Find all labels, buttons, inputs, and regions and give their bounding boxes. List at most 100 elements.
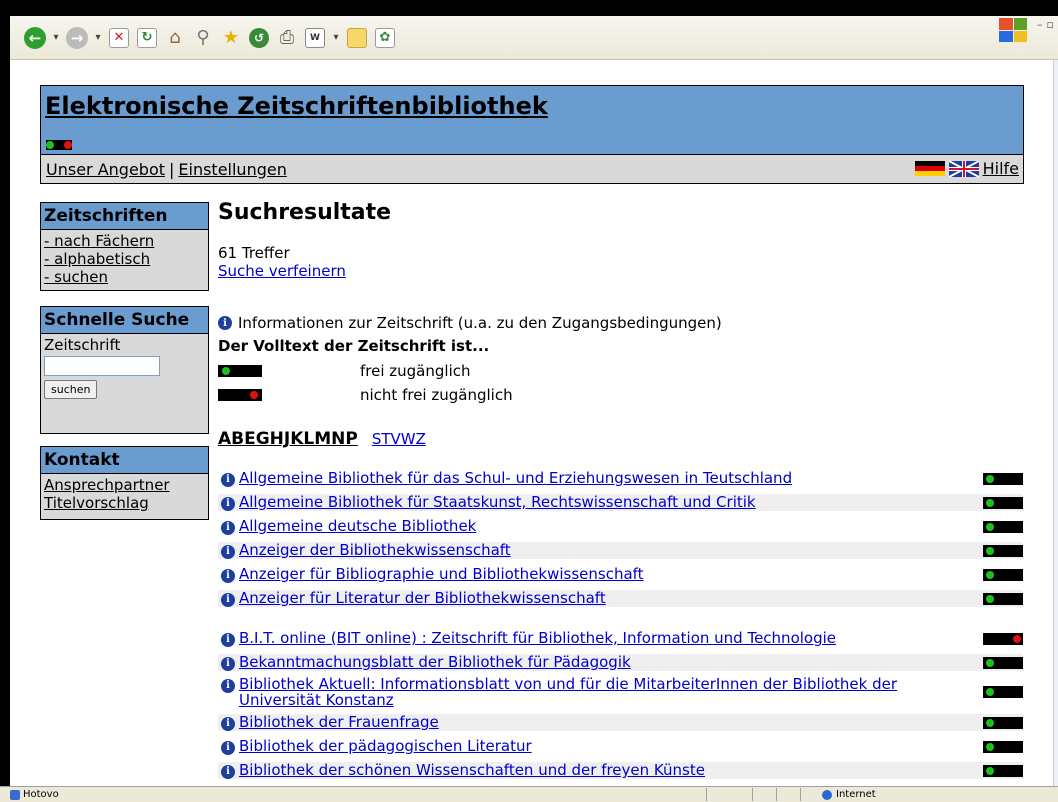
search-button[interactable]: ⚲ [190,25,216,51]
journals-box: Zeitschriften - nach Fächern - alphabeti… [40,202,209,291]
stop-icon: ✕ [109,27,129,48]
back-dropdown-icon[interactable]: ▾ [50,25,62,51]
home-button[interactable]: ⌂ [162,25,188,51]
legend-free: frei zugänglich [218,362,471,380]
free-access-light-icon[interactable] [983,473,1023,485]
windows-logo-icon [999,18,1028,42]
result-title-link[interactable]: Bibliothek Aktuell: Informationsblatt vo… [239,676,975,708]
favorites-button[interactable]: ★ [218,25,244,51]
quick-search-input[interactable] [44,356,160,376]
refresh-button[interactable]: ↻ [134,25,160,51]
stop-button[interactable]: ✕ [106,25,132,51]
traffic-light-logo-icon [46,140,72,150]
nav-separator: | [169,159,175,179]
result-title-link[interactable]: Bibliothek der Frauenfrage [239,714,975,730]
browser-toolbar: ← ▾ → ▾ ✕ ↻ ⌂ ⚲ ★ ↺ ⎙ W ▾ ✿ [10,16,1058,60]
journals-by-subject-link[interactable]: - nach Fächern [44,232,205,250]
result-title-link[interactable]: Bekanntmachungsblatt der Bibliothek für … [239,654,975,670]
result-row: i Allgemeine Bibliothek für das Schul- u… [218,470,1023,487]
result-title-link[interactable]: Allgemeine deutsche Bibliothek [239,518,975,534]
refine-search-link[interactable]: Suche verfeinern [218,262,346,280]
letter-navigation: ABEGHJKLMNP STVWZ [218,429,426,449]
contact-person-link[interactable]: Ansprechpartner [44,476,205,494]
print-button[interactable]: ⎙ [274,25,300,51]
info-icon[interactable]: i [221,717,235,731]
restricted-access-light-icon [218,389,262,401]
edit-dropdown-icon[interactable]: ▾ [330,25,342,51]
forward-button[interactable]: → [64,25,90,51]
result-title-link[interactable]: Bibliothek der pädagogischen Literatur [239,738,975,754]
uk-flag-icon[interactable] [948,160,979,177]
letters-current: ABEGHJKLMNP [218,429,358,449]
result-title-link[interactable]: B.I.T. online (BIT online) : Zeitschrift… [239,630,975,646]
restricted-access-light-icon[interactable] [983,633,1023,645]
window-controls: – ▫ [974,18,1058,58]
quick-search-label: Zeitschrift [44,336,121,354]
nav-unser-angebot[interactable]: Unser Angebot [46,160,165,179]
info-icon[interactable]: i [221,569,235,583]
result-title-link[interactable]: Anzeiger für Literatur der Bibliothekwis… [239,590,975,606]
result-row: i Allgemeine Bibliothek für Staatskunst,… [218,494,1023,511]
info-icon[interactable]: i [221,497,235,511]
info-icon[interactable]: i [221,473,235,487]
info-icon[interactable]: i [221,593,235,607]
info-icon[interactable]: i [221,679,235,693]
free-access-light-icon[interactable] [983,545,1023,557]
refresh-icon: ↻ [137,27,157,48]
free-access-light-icon[interactable] [983,497,1023,509]
help-link[interactable]: Hilfe [983,159,1019,178]
info-icon[interactable]: i [221,657,235,671]
journals-search-link[interactable]: - suchen [44,268,205,286]
info-icon[interactable]: i [221,741,235,755]
result-title-link[interactable]: Allgemeine Bibliothek für Staatskunst, R… [239,494,975,510]
nav-einstellungen[interactable]: Einstellungen [178,160,286,179]
result-title-link[interactable]: Allgemeine Bibliothek für das Schul- und… [239,470,975,486]
result-title-link[interactable]: Bibliothek der schönen Wissenschaften un… [239,762,975,778]
status-divider [776,788,777,801]
edit-button[interactable]: W [302,25,328,51]
status-text: Hotovo [23,789,59,800]
free-access-light-icon[interactable] [983,657,1023,669]
folder-icon [347,27,367,48]
free-access-light-icon[interactable] [983,765,1023,777]
page-viewport: Elektronische Zeitschriftenbibliothek Un… [10,60,1053,786]
site-title[interactable]: Elektronische Zeitschriftenbibliothek [45,92,548,120]
info-icon[interactable]: i [221,765,235,779]
info-icon[interactable]: i [221,521,235,535]
restore-icon[interactable]: ▫ [1047,18,1054,31]
info-icon: i [218,316,232,330]
status-divider [800,788,801,801]
printer-icon: ⎙ [279,27,295,48]
folder-button[interactable] [344,25,370,51]
forward-dropdown-icon[interactable]: ▾ [92,25,104,51]
quick-search-button[interactable]: suchen [44,380,98,399]
free-access-light-icon[interactable] [983,593,1023,605]
word-icon: W [305,27,325,48]
free-access-light-icon[interactable] [983,686,1023,698]
security-zone: Internet [822,789,876,800]
back-button[interactable]: ← [22,25,48,51]
journals-alphabetical-link[interactable]: - alphabetisch [44,250,205,268]
free-access-light-icon[interactable] [983,521,1023,533]
info-icon[interactable]: i [221,545,235,559]
contact-title: Kontakt [41,447,208,474]
free-access-light-icon[interactable] [983,569,1023,581]
letters-other-link[interactable]: STVWZ [372,430,426,448]
result-title-link[interactable]: Anzeiger der Bibliothekwissenschaft [239,542,975,558]
info-icon[interactable]: i [221,633,235,647]
star-icon: ★ [222,27,240,48]
messenger-button[interactable]: ✿ [372,25,398,51]
zone-text: Internet [836,789,876,800]
result-title-link[interactable]: Anzeiger für Bibliographie und Bibliothe… [239,566,975,582]
title-suggestion-link[interactable]: Titelvorschlag [44,494,205,512]
free-access-light-icon[interactable] [983,717,1023,729]
german-flag-icon[interactable] [914,160,945,177]
status-divider [706,788,707,801]
history-button[interactable]: ↺ [246,25,272,51]
vertical-scrollbar[interactable] [1053,60,1058,786]
back-arrow-icon: ← [24,26,46,49]
home-icon: ⌂ [169,27,181,48]
minimize-icon[interactable]: – [1037,18,1043,31]
free-access-light-icon[interactable] [983,741,1023,753]
result-row: i B.I.T. online (BIT online) : Zeitschri… [218,630,1023,647]
